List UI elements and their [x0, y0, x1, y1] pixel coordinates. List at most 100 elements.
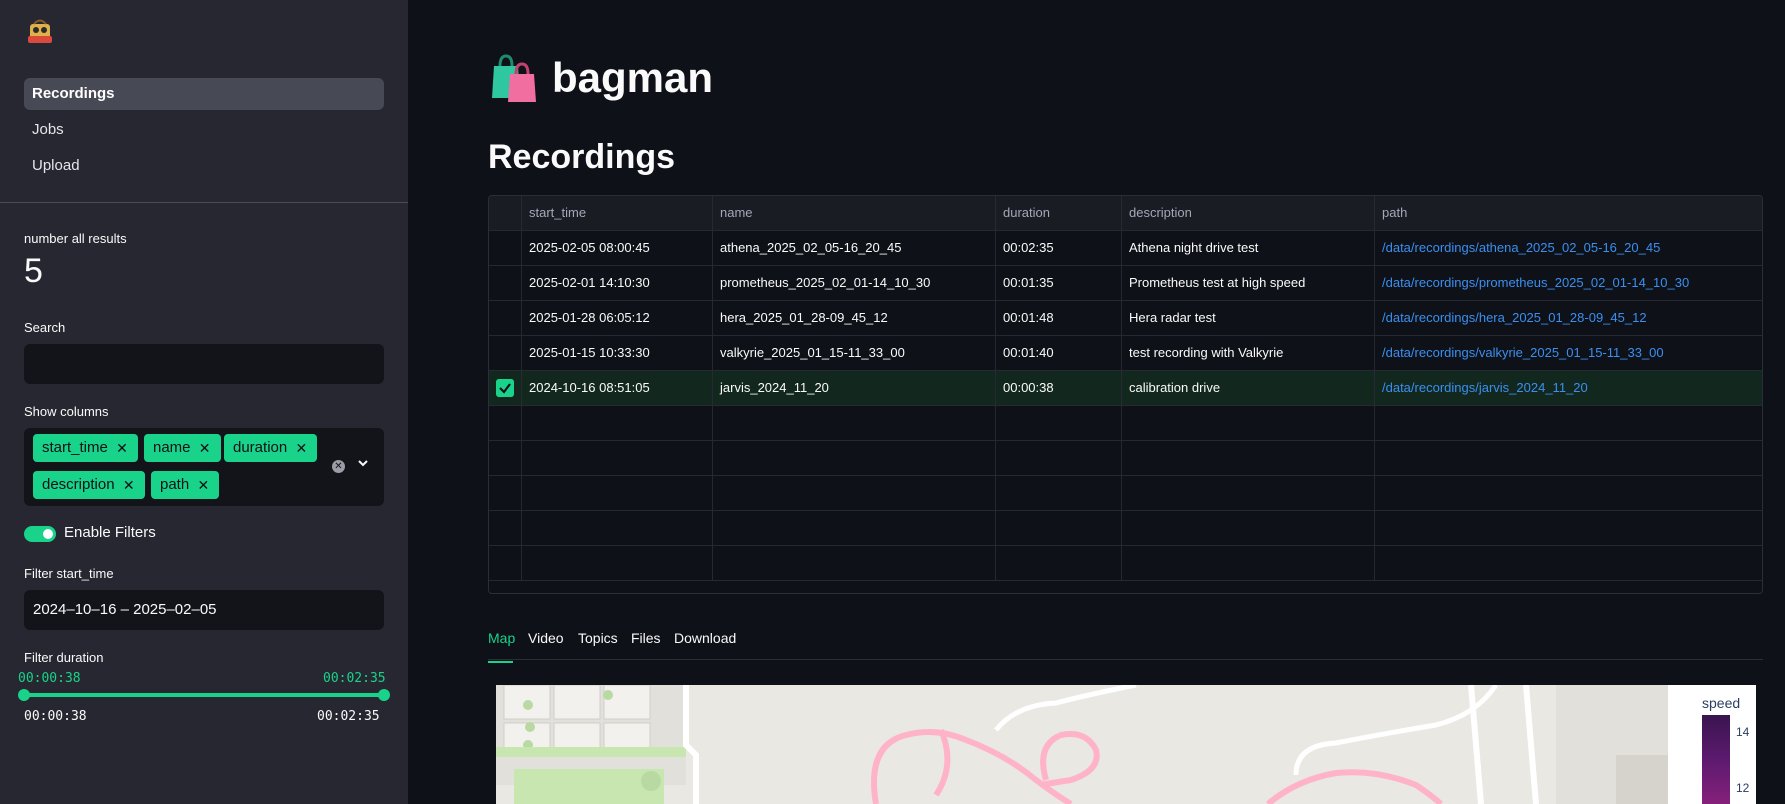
enable-filters-toggle[interactable] [24, 526, 56, 542]
search-label: Search [24, 320, 66, 335]
chevron-down-icon[interactable] [356, 456, 370, 470]
duration-filter-label: Filter duration [24, 650, 104, 665]
cell-name[interactable]: jarvis_2024_11_20 [713, 371, 996, 406]
cell-duration[interactable]: 00:01:48 [996, 301, 1122, 336]
app-title: bagman [552, 54, 714, 101]
duration-slider-low-handle[interactable] [18, 689, 30, 701]
table-empty-row [489, 406, 1762, 441]
table-row[interactable]: 2025-02-01 14:10:30 prometheus_2025_02_0… [489, 266, 1762, 301]
table-row-selected[interactable]: 2024-10-16 08:51:05 jarvis_2024_11_20 00… [489, 371, 1762, 406]
cell-name[interactable]: valkyrie_2025_01_15-11_33_00 [713, 336, 996, 371]
recordings-table: start_time name duration description pat… [488, 195, 1763, 594]
row-select-cell[interactable] [489, 301, 522, 336]
tab-files[interactable]: Files [631, 630, 661, 646]
legend-tick: 14 [1736, 725, 1750, 739]
column-header-description[interactable]: description [1122, 196, 1375, 231]
cell-path-link[interactable]: /data/recordings/valkyrie_2025_01_15-11_… [1375, 336, 1762, 371]
table-header-row: start_time name duration description pat… [489, 196, 1762, 231]
remove-chip-icon[interactable]: ✕ [123, 471, 135, 499]
cell-start-time[interactable]: 2025-02-05 08:00:45 [522, 231, 713, 266]
remove-chip-icon[interactable]: ✕ [197, 471, 209, 499]
enable-filters-label: Enable Filters [64, 524, 156, 541]
column-chip-duration[interactable]: duration ✕ [224, 434, 318, 462]
column-header-duration[interactable]: duration [996, 196, 1122, 231]
table-empty-row [489, 546, 1762, 581]
cell-duration[interactable]: 00:00:38 [996, 371, 1122, 406]
legend-title: speed [1702, 695, 1741, 711]
table-row[interactable]: 2025-01-15 10:33:30 valkyrie_2025_01_15-… [489, 336, 1762, 371]
column-header-name[interactable]: name [713, 196, 996, 231]
duration-min-label: 00:00:38 [24, 709, 87, 724]
checkbox-checked-icon[interactable] [496, 379, 514, 397]
sidebar-divider [0, 202, 408, 203]
shopping-bags-icon [492, 54, 536, 102]
cell-duration[interactable]: 00:01:40 [996, 336, 1122, 371]
metric-value: 5 [24, 252, 43, 290]
sidebar: Recordings Jobs Upload number all result… [0, 0, 408, 804]
map-legend: speed 14 12 [1668, 685, 1756, 804]
cell-path-link[interactable]: /data/recordings/hera_2025_01_28-09_45_1… [1375, 301, 1762, 336]
cell-path-link[interactable]: /data/recordings/jarvis_2024_11_20 [1375, 371, 1762, 406]
cell-start-time[interactable]: 2025-01-15 10:33:30 [522, 336, 713, 371]
legend-tick: 12 [1736, 781, 1750, 795]
active-tab-indicator [488, 661, 513, 663]
remove-chip-icon[interactable]: ✕ [116, 434, 128, 462]
column-chip-description[interactable]: description ✕ [33, 471, 145, 499]
table-empty-row [489, 511, 1762, 546]
cell-start-time[interactable]: 2024-10-16 08:51:05 [522, 371, 713, 406]
clear-all-icon[interactable]: ✕ [332, 460, 345, 473]
sidebar-nav: Recordings Jobs Upload [24, 78, 384, 186]
cell-path-link[interactable]: /data/recordings/prometheus_2025_02_01-1… [1375, 266, 1762, 301]
start-time-date-input[interactable]: 2024–10–16 – 2025–02–05 [24, 590, 384, 630]
start-time-filter-label: Filter start_time [24, 566, 114, 581]
duration-slider-track[interactable] [24, 693, 384, 697]
column-header-path[interactable]: path [1375, 196, 1762, 231]
map-view[interactable] [496, 685, 1668, 804]
row-select-header[interactable] [489, 196, 522, 231]
detail-tabs: Map Video Topics Files Download [488, 626, 1763, 663]
cell-name[interactable]: prometheus_2025_02_01-14_10_30 [713, 266, 996, 301]
remove-chip-icon[interactable]: ✕ [295, 434, 307, 462]
column-header-start-time[interactable]: start_time [522, 196, 713, 231]
table-row[interactable]: 2025-01-28 06:05:12 hera_2025_01_28-09_4… [489, 301, 1762, 336]
cell-name[interactable]: athena_2025_02_05-16_20_45 [713, 231, 996, 266]
cell-duration[interactable]: 00:02:35 [996, 231, 1122, 266]
page-title: Recordings [488, 138, 676, 176]
cell-path-link[interactable]: /data/recordings/athena_2025_02_05-16_20… [1375, 231, 1762, 266]
column-chip-name[interactable]: name ✕ [144, 434, 221, 462]
sidebar-item-recordings[interactable]: Recordings [24, 78, 384, 110]
column-chip-start-time[interactable]: start_time ✕ [33, 434, 138, 462]
cell-start-time[interactable]: 2025-01-28 06:05:12 [522, 301, 713, 336]
search-input[interactable] [24, 344, 384, 384]
cell-description[interactable]: Hera radar test [1122, 301, 1375, 336]
row-select-cell[interactable] [489, 231, 522, 266]
sidebar-item-jobs[interactable]: Jobs [24, 114, 384, 146]
table-empty-row [489, 476, 1762, 511]
metric-label: number all results [24, 231, 127, 246]
cell-start-time[interactable]: 2025-02-01 14:10:30 [522, 266, 713, 301]
row-select-cell[interactable] [489, 371, 522, 406]
row-select-cell[interactable] [489, 266, 522, 301]
duration-low-value: 00:00:38 [18, 671, 81, 686]
legend-colorbar [1702, 715, 1730, 804]
cell-description[interactable]: Prometheus test at high speed [1122, 266, 1375, 301]
column-chip-path[interactable]: path ✕ [151, 471, 220, 499]
tab-topics[interactable]: Topics [578, 630, 618, 646]
cell-description[interactable]: calibration drive [1122, 371, 1375, 406]
tab-video[interactable]: Video [528, 630, 564, 646]
map-canvas [496, 685, 1668, 804]
cell-description[interactable]: test recording with Valkyrie [1122, 336, 1375, 371]
row-select-cell[interactable] [489, 336, 522, 371]
tab-download[interactable]: Download [674, 630, 736, 646]
duration-max-label: 00:02:35 [317, 709, 380, 724]
table-empty-row [489, 441, 1762, 476]
table-row[interactable]: 2025-02-05 08:00:45 athena_2025_02_05-16… [489, 231, 1762, 266]
duration-slider-high-handle[interactable] [378, 689, 390, 701]
cell-duration[interactable]: 00:01:35 [996, 266, 1122, 301]
duration-high-value: 00:02:35 [323, 671, 386, 686]
remove-chip-icon[interactable]: ✕ [199, 434, 211, 462]
tab-map[interactable]: Map [488, 630, 515, 663]
cell-description[interactable]: Athena night drive test [1122, 231, 1375, 266]
cell-name[interactable]: hera_2025_01_28-09_45_12 [713, 301, 996, 336]
sidebar-item-upload[interactable]: Upload [24, 150, 384, 182]
